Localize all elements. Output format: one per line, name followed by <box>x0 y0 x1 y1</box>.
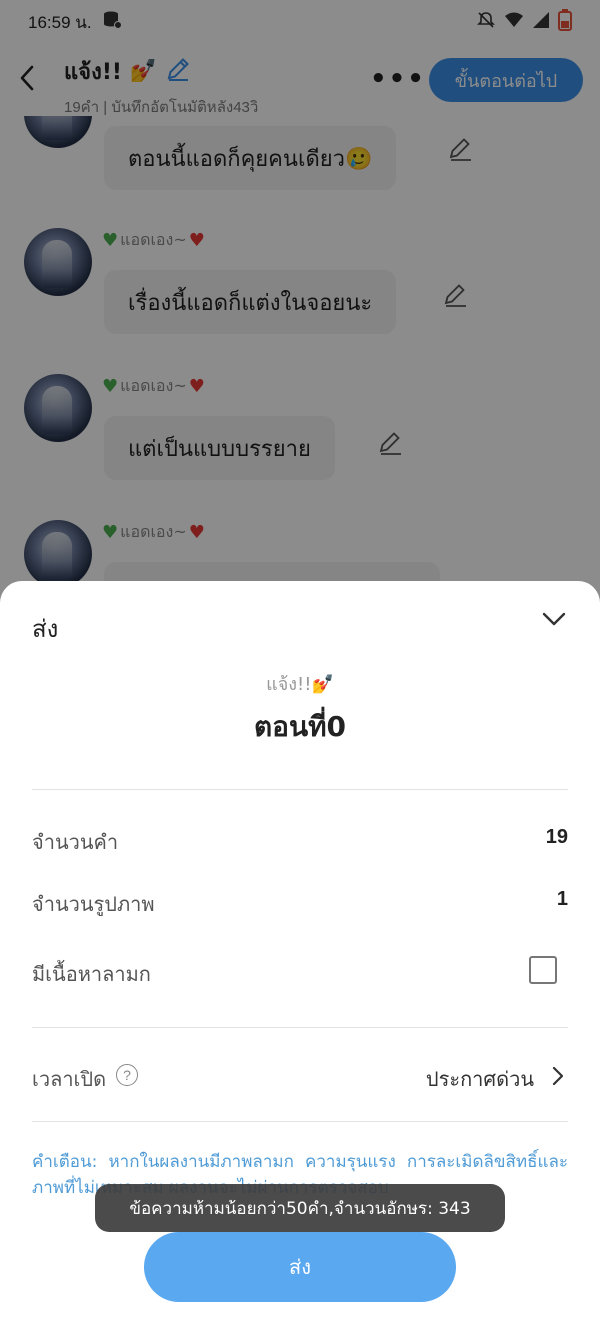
word-count-label: จำนวนคำ <box>32 830 119 854</box>
help-question-icon[interactable]: ? <box>116 1064 138 1086</box>
divider <box>32 1027 568 1028</box>
mature-content-checkbox[interactable] <box>529 956 557 984</box>
divider <box>32 789 568 790</box>
word-count-value: 19 <box>545 826 568 848</box>
episode-title: ตอนที่0 <box>253 710 347 743</box>
work-name: แจ้ง!!💅 <box>266 674 334 695</box>
image-count-label: จำนวนรูปภาพ <box>32 892 155 916</box>
send-bottom-sheet: ส่ง แจ้ง!!💅 ตอนที่0 จำนวนคำ 19 จำนวนรูปภ… <box>0 581 600 1333</box>
mature-content-label: มีเนื้อหาลามก <box>32 962 151 986</box>
collapse-chevron-down-icon[interactable] <box>538 603 570 635</box>
sheet-title: ส่ง <box>32 615 59 643</box>
toast-message: ข้อความห้ามน้อยกว่า50คำ,จำนวนอักษร: 343 <box>95 1184 505 1232</box>
divider <box>32 1121 568 1122</box>
chevron-right-icon[interactable] <box>548 1064 568 1088</box>
send-button[interactable]: ส่ง <box>144 1232 456 1302</box>
publish-time-label: เวลาเปิด <box>32 1067 107 1091</box>
publish-time-value[interactable]: ประกาศด่วน <box>426 1063 534 1095</box>
image-count-value: 1 <box>556 888 568 910</box>
